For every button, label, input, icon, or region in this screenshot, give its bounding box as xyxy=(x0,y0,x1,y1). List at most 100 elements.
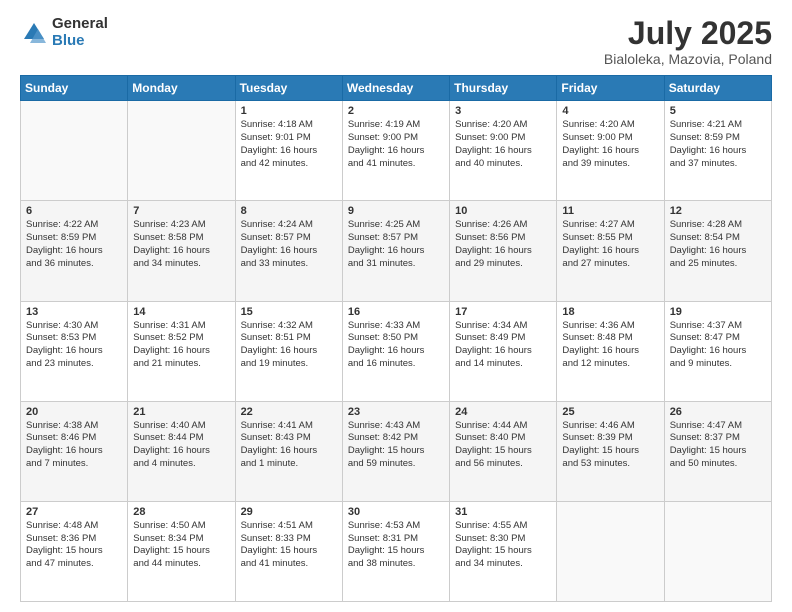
calendar-cell xyxy=(21,101,128,201)
day-number: 14 xyxy=(133,306,229,318)
day-number: 26 xyxy=(670,406,766,418)
calendar-cell: 15 Sunrise: 4:32 AM Sunset: 8:51 PM Dayli… xyxy=(235,301,342,401)
header: General Blue July 2025 Bialoleka, Mazovi… xyxy=(20,16,772,67)
calendar-cell: 25 Sunrise: 4:46 AM Sunset: 8:39 PM Dayli… xyxy=(557,401,664,501)
calendar-cell: 3 Sunrise: 4:20 AM Sunset: 9:00 PM Daylig… xyxy=(450,101,557,201)
col-header-saturday: Saturday xyxy=(664,76,771,101)
logo-blue-text: Blue xyxy=(52,33,108,50)
cell-details: Sunrise: 4:46 AM Sunset: 8:39 PM Dayligh… xyxy=(562,420,658,471)
cell-details: Sunrise: 4:32 AM Sunset: 8:51 PM Dayligh… xyxy=(241,320,337,371)
calendar-cell: 16Sunrise: 4:33 AM Sunset: 8:50 PM Dayli… xyxy=(342,301,449,401)
day-number: 2 xyxy=(348,105,444,117)
calendar-cell: 2 Sunrise: 4:19 AM Sunset: 9:00 PM Daylig… xyxy=(342,101,449,201)
calendar-week-row: 13 Sunrise: 4:30 AM Sunset: 8:53 PM Dayli… xyxy=(21,301,772,401)
calendar-cell xyxy=(664,501,771,601)
day-number: 24 xyxy=(455,406,551,418)
day-number: 11 xyxy=(562,205,658,217)
calendar-cell: 26 Sunrise: 4:47 AM Sunset: 8:37 PM Dayli… xyxy=(664,401,771,501)
cell-details: Sunrise: 4:28 AM Sunset: 8:54 PM Dayligh… xyxy=(670,219,766,270)
cell-details: Sunrise: 4:55 AM Sunset: 8:30 PM Dayligh… xyxy=(455,520,551,571)
day-number: 5 xyxy=(670,105,766,117)
calendar-cell: 7 Sunrise: 4:23 AM Sunset: 8:58 PM Daylig… xyxy=(128,201,235,301)
calendar-cell: 30 Sunrise: 4:53 AM Sunset: 8:31 PM Dayli… xyxy=(342,501,449,601)
day-number: 10 xyxy=(455,205,551,217)
day-number: 15 xyxy=(241,306,337,318)
cell-details: Sunrise: 4:23 AM Sunset: 8:58 PM Dayligh… xyxy=(133,219,229,270)
calendar-cell: 5 Sunrise: 4:21 AM Sunset: 8:59 PM Daylig… xyxy=(664,101,771,201)
calendar-cell: 23Sunrise: 4:43 AM Sunset: 8:42 PM Dayli… xyxy=(342,401,449,501)
calendar-cell: 13 Sunrise: 4:30 AM Sunset: 8:53 PM Dayli… xyxy=(21,301,128,401)
cell-details: Sunrise: 4:47 AM Sunset: 8:37 PM Dayligh… xyxy=(670,420,766,471)
day-number: 28 xyxy=(133,506,229,518)
calendar-cell xyxy=(128,101,235,201)
col-header-thursday: Thursday xyxy=(450,76,557,101)
day-number: 27 xyxy=(26,506,122,518)
calendar-cell: 31 Sunrise: 4:55 AM Sunset: 8:30 PM Dayli… xyxy=(450,501,557,601)
day-number: 30 xyxy=(348,506,444,518)
cell-details: Sunrise: 4:50 AM Sunset: 8:34 PM Dayligh… xyxy=(133,520,229,571)
calendar-cell: 18Sunrise: 4:36 AM Sunset: 8:48 PM Dayli… xyxy=(557,301,664,401)
day-number: 23 xyxy=(348,406,444,418)
cell-details: Sunrise: 4:22 AM Sunset: 8:59 PM Dayligh… xyxy=(26,219,122,270)
day-number: 13 xyxy=(26,306,122,318)
calendar-week-row: 27 Sunrise: 4:48 AM Sunset: 8:36 PM Dayli… xyxy=(21,501,772,601)
cell-details: Sunrise: 4:25 AM Sunset: 8:57 PM Dayligh… xyxy=(348,219,444,270)
calendar-cell: 29 Sunrise: 4:51 AM Sunset: 8:33 PM Dayli… xyxy=(235,501,342,601)
day-number: 25 xyxy=(562,406,658,418)
cell-details: Sunrise: 4:19 AM Sunset: 9:00 PM Dayligh… xyxy=(348,119,444,170)
calendar-cell: 17 Sunrise: 4:34 AM Sunset: 8:49 PM Dayli… xyxy=(450,301,557,401)
day-number: 9 xyxy=(348,205,444,217)
calendar-cell: 12 Sunrise: 4:28 AM Sunset: 8:54 PM Dayli… xyxy=(664,201,771,301)
cell-details: Sunrise: 4:27 AM Sunset: 8:55 PM Dayligh… xyxy=(562,219,658,270)
day-number: 18 xyxy=(562,306,658,318)
col-header-monday: Monday xyxy=(128,76,235,101)
col-header-tuesday: Tuesday xyxy=(235,76,342,101)
calendar-cell: 11 Sunrise: 4:27 AM Sunset: 8:55 PM Dayli… xyxy=(557,201,664,301)
cell-details: Sunrise: 4:20 AM Sunset: 9:00 PM Dayligh… xyxy=(455,119,551,170)
calendar-cell: 24 Sunrise: 4:44 AM Sunset: 8:40 PM Dayli… xyxy=(450,401,557,501)
day-number: 22 xyxy=(241,406,337,418)
day-number: 1 xyxy=(241,105,337,117)
calendar-cell: 21 Sunrise: 4:40 AM Sunset: 8:44 PM Dayli… xyxy=(128,401,235,501)
calendar-cell: 8Sunrise: 4:24 AM Sunset: 8:57 PM Daylig… xyxy=(235,201,342,301)
calendar-cell: 4 Sunrise: 4:20 AM Sunset: 9:00 PM Daylig… xyxy=(557,101,664,201)
cell-details: Sunrise: 4:26 AM Sunset: 8:56 PM Dayligh… xyxy=(455,219,551,270)
day-number: 7 xyxy=(133,205,229,217)
cell-details: Sunrise: 4:20 AM Sunset: 9:00 PM Dayligh… xyxy=(562,119,658,170)
calendar-cell xyxy=(557,501,664,601)
col-header-sunday: Sunday xyxy=(21,76,128,101)
day-number: 29 xyxy=(241,506,337,518)
cell-details: Sunrise: 4:30 AM Sunset: 8:53 PM Dayligh… xyxy=(26,320,122,371)
day-number: 3 xyxy=(455,105,551,117)
cell-details: Sunrise: 4:18 AM Sunset: 9:01 PM Dayligh… xyxy=(241,119,337,170)
col-header-friday: Friday xyxy=(557,76,664,101)
page: General Blue July 2025 Bialoleka, Mazovi… xyxy=(0,0,792,612)
day-number: 6 xyxy=(26,205,122,217)
calendar-cell: 9 Sunrise: 4:25 AM Sunset: 8:57 PM Daylig… xyxy=(342,201,449,301)
cell-details: Sunrise: 4:48 AM Sunset: 8:36 PM Dayligh… xyxy=(26,520,122,571)
calendar-cell: 10 Sunrise: 4:26 AM Sunset: 8:56 PM Dayli… xyxy=(450,201,557,301)
day-number: 21 xyxy=(133,406,229,418)
cell-details: Sunrise: 4:21 AM Sunset: 8:59 PM Dayligh… xyxy=(670,119,766,170)
cell-details: Sunrise: 4:53 AM Sunset: 8:31 PM Dayligh… xyxy=(348,520,444,571)
logo-text: General Blue xyxy=(52,16,108,49)
calendar-table: SundayMondayTuesdayWednesdayThursdayFrid… xyxy=(20,75,772,602)
cell-details: Sunrise: 4:51 AM Sunset: 8:33 PM Dayligh… xyxy=(241,520,337,571)
calendar-cell: 1 Sunrise: 4:18 AM Sunset: 9:01 PM Daylig… xyxy=(235,101,342,201)
day-number: 12 xyxy=(670,205,766,217)
cell-details: Sunrise: 4:37 AM Sunset: 8:47 PM Dayligh… xyxy=(670,320,766,371)
day-number: 4 xyxy=(562,105,658,117)
day-number: 8 xyxy=(241,205,337,217)
day-number: 17 xyxy=(455,306,551,318)
cell-details: Sunrise: 4:44 AM Sunset: 8:40 PM Dayligh… xyxy=(455,420,551,471)
calendar-cell: 19 Sunrise: 4:37 AM Sunset: 8:47 PM Dayli… xyxy=(664,301,771,401)
cell-details: Sunrise: 4:41 AM Sunset: 8:43 PM Dayligh… xyxy=(241,420,337,471)
cell-details: Sunrise: 4:40 AM Sunset: 8:44 PM Dayligh… xyxy=(133,420,229,471)
location-subtitle: Bialoleka, Mazovia, Poland xyxy=(604,51,772,67)
cell-details: Sunrise: 4:34 AM Sunset: 8:49 PM Dayligh… xyxy=(455,320,551,371)
cell-details: Sunrise: 4:33 AM Sunset: 8:50 PM Dayligh… xyxy=(348,320,444,371)
day-number: 31 xyxy=(455,506,551,518)
day-number: 19 xyxy=(670,306,766,318)
calendar-cell: 28 Sunrise: 4:50 AM Sunset: 8:34 PM Dayli… xyxy=(128,501,235,601)
logo-general-text: General xyxy=(52,16,108,33)
